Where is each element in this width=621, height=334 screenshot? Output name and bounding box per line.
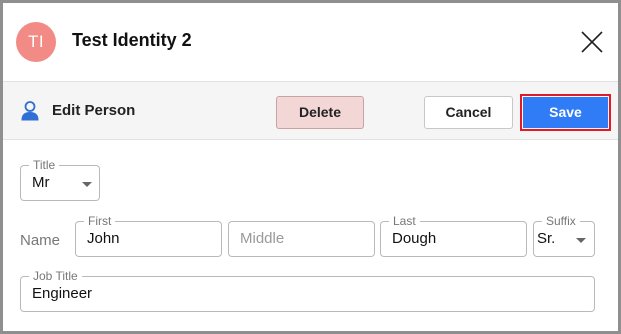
- edit-toolbar: Edit Person Delete Cancel Save: [3, 81, 618, 140]
- first-name-field[interactable]: First John: [75, 214, 222, 257]
- dialog-header: TI Test Identity 2: [3, 3, 618, 81]
- last-name-value: Dough: [392, 230, 437, 247]
- suffix-select[interactable]: Suffix Sr.: [533, 214, 595, 257]
- avatar: TI: [16, 22, 56, 62]
- job-title-field[interactable]: Job Title Engineer: [20, 269, 595, 312]
- job-title-label: Job Title: [29, 269, 82, 283]
- save-button[interactable]: Save: [523, 97, 608, 128]
- cancel-button[interactable]: Cancel: [424, 96, 513, 129]
- suffix-label: Suffix: [542, 214, 580, 228]
- title-value: Mr: [32, 174, 50, 191]
- person-icon: [21, 101, 39, 121]
- name-label: Name: [20, 232, 61, 249]
- last-name-label: Last: [389, 214, 420, 228]
- dialog-title: Test Identity 2: [72, 30, 192, 50]
- chevron-down-icon: [576, 238, 586, 243]
- title-select[interactable]: Title Mr: [20, 158, 100, 201]
- first-name-label: First: [84, 214, 116, 228]
- title-label: Title: [29, 158, 60, 172]
- close-button[interactable]: [579, 29, 605, 55]
- save-button-highlight: Save: [520, 94, 611, 131]
- edit-person-dialog: TI Test Identity 2 Edit Person Delete Ca…: [3, 3, 618, 331]
- job-title-value: Engineer: [32, 285, 93, 302]
- delete-button[interactable]: Delete: [276, 96, 364, 129]
- toolbar-label: Edit Person: [52, 102, 136, 119]
- last-name-field[interactable]: Last Dough: [380, 214, 527, 257]
- close-icon: [581, 31, 603, 53]
- middle-name-placeholder: Middle: [240, 230, 285, 247]
- middle-name-field[interactable]: Middle: [228, 221, 375, 257]
- first-name-value: John: [87, 230, 120, 247]
- chevron-down-icon: [82, 182, 92, 187]
- suffix-value: Sr.: [537, 230, 556, 247]
